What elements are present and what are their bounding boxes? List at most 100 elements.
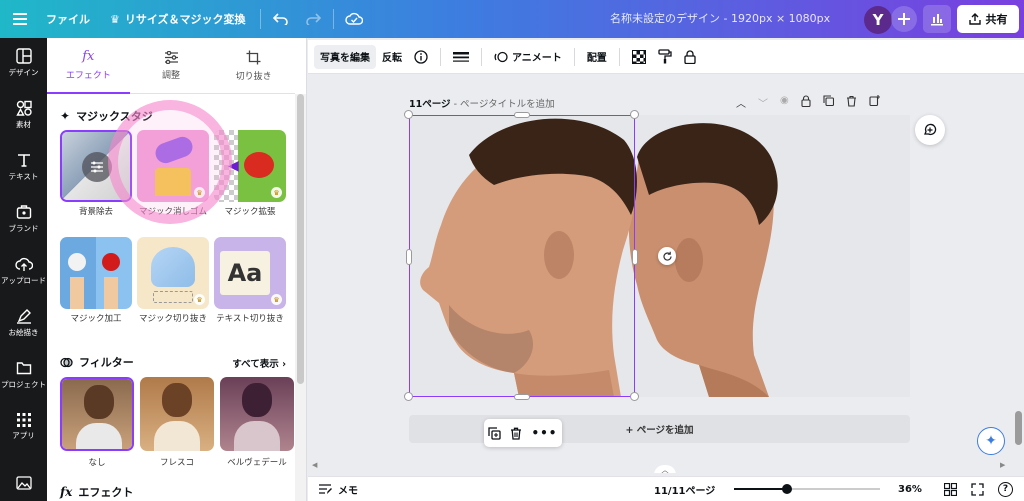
resize-handle-top[interactable] (514, 112, 530, 118)
rail-item-text[interactable]: テキスト (0, 142, 47, 192)
resize-handle-tr[interactable] (630, 110, 639, 119)
help-icon[interactable]: ? (998, 481, 1013, 497)
elements-icon (15, 100, 32, 116)
document-title[interactable]: 名称未設定のデザイン - 1920px × 1080px (610, 0, 830, 38)
selection-box[interactable] (409, 115, 635, 397)
image-icon (15, 476, 32, 490)
rail-label: 素材 (16, 120, 31, 129)
more-options-icon[interactable]: ••• (531, 426, 557, 440)
fx-icon: fx (60, 485, 73, 499)
flip-button[interactable]: 反転 (376, 45, 408, 69)
redo-icon[interactable] (297, 0, 329, 38)
insights-button[interactable] (923, 5, 951, 33)
notes-button[interactable]: メモ (318, 482, 358, 497)
panel-scrollbar[interactable] (295, 94, 306, 501)
lock-page-icon[interactable] (801, 95, 811, 107)
effects-title: エフェクト (78, 486, 134, 499)
duplicate-page-icon[interactable] (823, 95, 834, 106)
transparency-icon[interactable] (626, 45, 652, 69)
head-shape (242, 383, 272, 417)
scroll-right-arrow[interactable]: ▶ (1000, 461, 1005, 469)
upload-icon (14, 257, 33, 271)
position-button[interactable]: 配置 (581, 45, 613, 69)
filter-fresco[interactable] (140, 377, 214, 451)
zoom-slider-knob[interactable] (782, 484, 792, 494)
resize-handle-tl[interactable] (404, 110, 413, 119)
sliders-icon (164, 51, 178, 64)
zoom-slider[interactable] (734, 484, 880, 494)
divider (481, 47, 482, 66)
eye-icon[interactable]: ◉ (780, 95, 789, 110)
filter-belvedere[interactable] (220, 377, 294, 451)
magic-tool-label: マジック加工 (70, 314, 122, 324)
scroll-left-arrow[interactable]: ◀ (312, 461, 317, 469)
selection-outline (153, 291, 193, 303)
filter-label: なし (88, 458, 106, 468)
resize-handle-left[interactable] (406, 249, 412, 265)
crown-icon: ♛ (271, 187, 282, 198)
file-menu-button[interactable]: ファイル (36, 0, 100, 38)
animate-icon (494, 51, 508, 62)
page-counter[interactable]: 11/11ページ (654, 482, 715, 497)
hamburger-icon[interactable] (4, 0, 36, 38)
rail-item-upload[interactable]: アップロード (0, 246, 47, 296)
resize-handle-right[interactable] (632, 249, 638, 265)
rail-item-brand[interactable]: ブランド (0, 194, 47, 244)
add-collaborator-button[interactable] (891, 6, 917, 32)
trash-page-icon[interactable] (846, 95, 857, 107)
resize-handle-bl[interactable] (404, 392, 413, 401)
filters-heading: フィルター (60, 354, 134, 370)
trash-icon[interactable] (510, 427, 522, 440)
shirt-shape (154, 421, 200, 451)
lock-icon[interactable] (678, 45, 702, 69)
see-all-filters-link[interactable]: すべて表示 › (232, 356, 286, 370)
rail-item-projects[interactable]: プロジェクト (0, 350, 47, 400)
chevron-down-icon[interactable]: ﹀ (758, 95, 768, 110)
rotate-handle[interactable] (658, 247, 676, 265)
animate-button[interactable]: アニメート (488, 45, 568, 69)
comment-add-icon (924, 123, 937, 136)
collapse-pages-button[interactable]: ︿ (654, 465, 676, 473)
info-icon[interactable] (408, 45, 434, 69)
edit-photo-button[interactable]: 写真を編集 (314, 44, 376, 69)
share-button[interactable]: 共有 (957, 5, 1019, 33)
page-title-row[interactable]: 11ページ - ページタイトルを追加 (409, 96, 555, 110)
duplicate-icon[interactable] (488, 426, 502, 440)
rail-item-design[interactable]: デザイン (0, 38, 47, 88)
filter-none[interactable] (60, 377, 134, 451)
rail-item-elements[interactable]: 素材 (0, 90, 47, 140)
hand-shape (70, 277, 84, 309)
resize-handle-bottom[interactable] (514, 394, 530, 400)
tab-adjust[interactable]: 調整 (130, 38, 213, 94)
draw-icon (16, 309, 31, 324)
resize-handle-br[interactable] (630, 392, 639, 401)
add-page-icon[interactable] (869, 95, 880, 106)
divider (440, 47, 441, 66)
zoom-level[interactable]: 36% (898, 484, 922, 495)
cloud-saved-icon[interactable] (338, 0, 370, 38)
magic-tool-grab[interactable]: ♛ (137, 237, 209, 309)
avatar[interactable]: Y (864, 6, 892, 34)
canvas-scroll-thumb[interactable] (1015, 411, 1022, 445)
tab-crop[interactable]: 切り抜き (212, 38, 295, 94)
paint-roller-icon[interactable] (652, 45, 678, 69)
canvas-scrollbar[interactable] (1012, 75, 1024, 473)
chevron-up-icon[interactable]: ︿ (736, 95, 746, 110)
tab-effects[interactable]: fx エフェクト (47, 38, 130, 94)
fullscreen-icon[interactable] (971, 482, 984, 496)
panel-scroll-thumb[interactable] (297, 94, 304, 384)
comment-button[interactable] (915, 115, 945, 145)
rail-item-draw[interactable]: お絵描き (0, 298, 47, 348)
rail-item-photo[interactable] (0, 466, 47, 500)
magic-tool-text-grab[interactable]: Aa ♛ (214, 237, 286, 309)
filters-title: フィルター (79, 356, 134, 369)
border-style-icon[interactable] (447, 45, 475, 69)
rail-item-apps[interactable]: アプリ (0, 402, 47, 452)
magic-tool-edit[interactable] (60, 237, 132, 309)
magic-assistant-button[interactable]: ✦ (977, 427, 1005, 455)
divider (332, 9, 334, 29)
undo-icon[interactable] (265, 0, 297, 38)
resize-magic-button[interactable]: ♛ リサイズ＆マジック変換 (100, 0, 256, 38)
page-title-placeholder[interactable]: - ページタイトルを追加 (454, 99, 555, 110)
grid-view-icon[interactable] (944, 482, 957, 496)
